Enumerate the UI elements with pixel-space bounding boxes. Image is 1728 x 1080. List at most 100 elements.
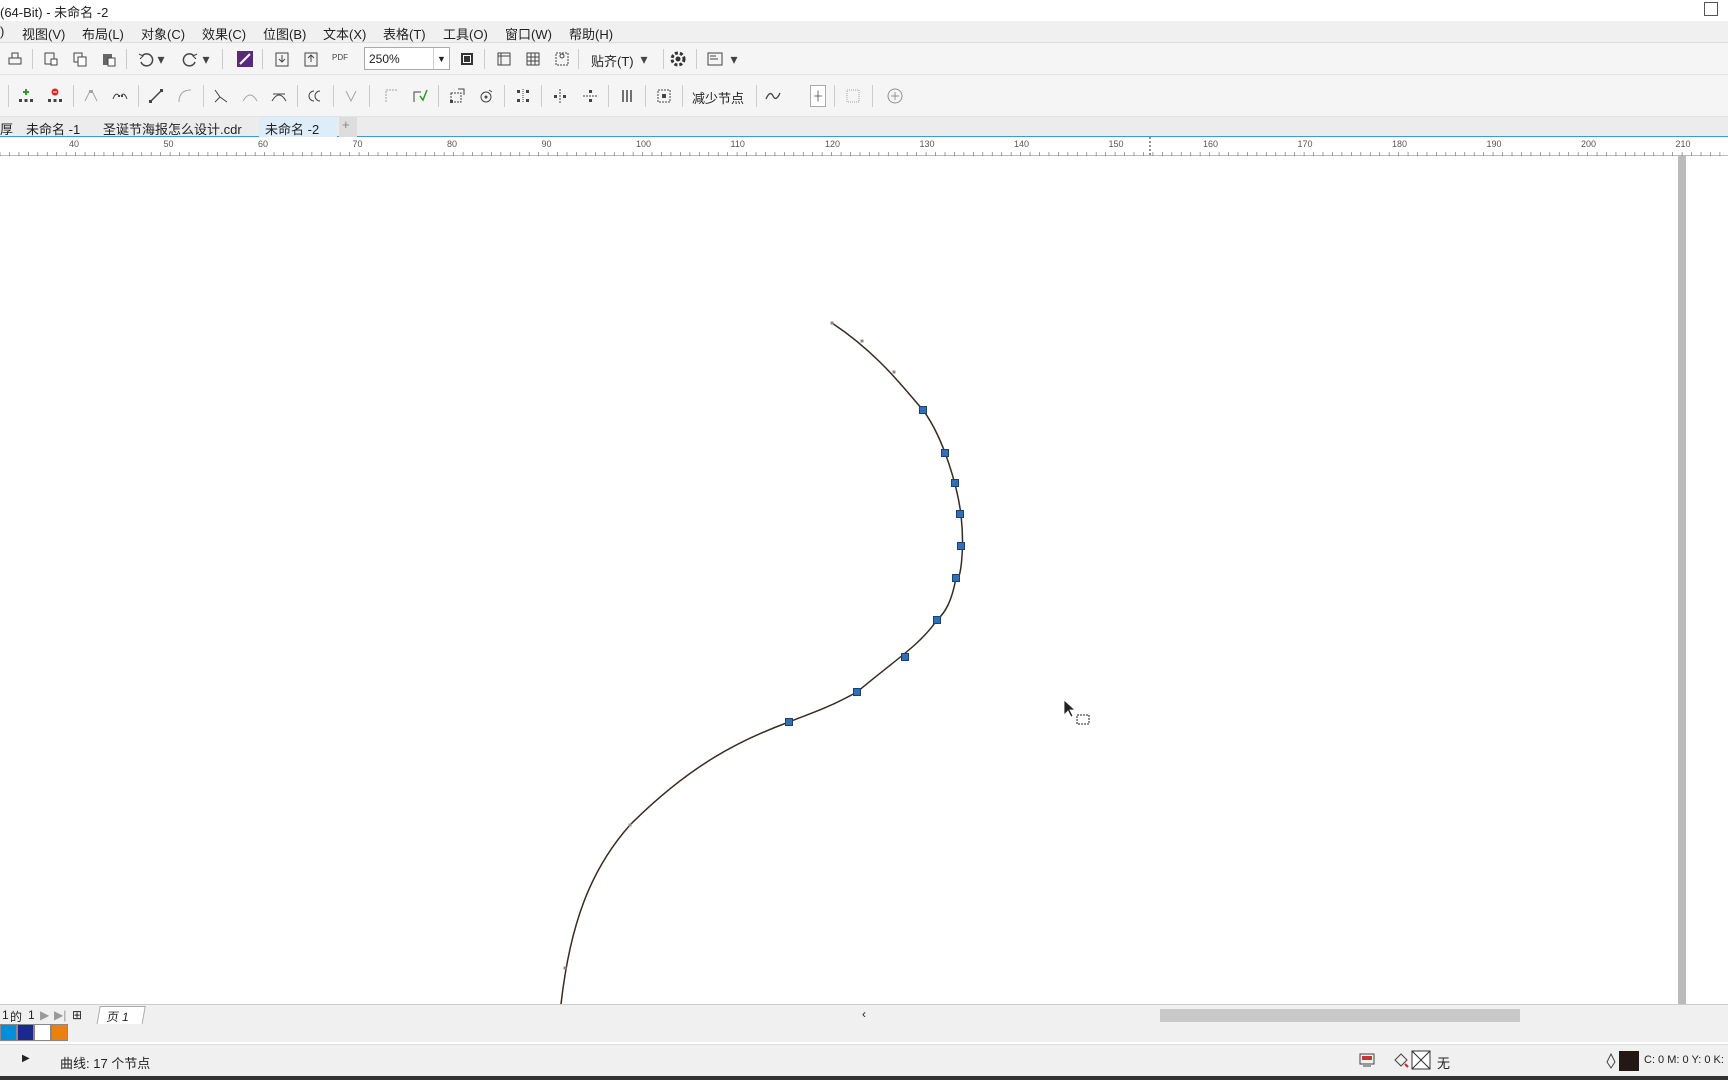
menu-item-object[interactable]: 对象(C): [141, 24, 185, 43]
import-icon[interactable]: [271, 48, 293, 70]
elastic-mode-icon[interactable]: [616, 85, 638, 107]
curve-node[interactable]: [785, 718, 793, 726]
mirror-horizontal-icon[interactable]: [549, 85, 571, 107]
add-node-icon[interactable]: [15, 85, 37, 107]
next-page-icon[interactable]: ▶: [40, 1008, 49, 1022]
join-nodes-icon[interactable]: [80, 85, 102, 107]
menu-item-edit-partial[interactable]: ): [0, 24, 4, 39]
delete-node-icon[interactable]: [44, 85, 66, 107]
cusp-node-icon[interactable]: [210, 85, 232, 107]
paste-icon[interactable]: [98, 48, 120, 70]
user-icon[interactable]: [1704, 2, 1718, 16]
curve-node[interactable]: [952, 574, 960, 582]
curve-object[interactable]: [0, 156, 1728, 1006]
color-swatch-blue[interactable]: [0, 1024, 17, 1041]
show-bounding-box-icon[interactable]: [842, 85, 864, 107]
curve-node[interactable]: [853, 688, 861, 696]
horizontal-ruler[interactable]: 40 50 60 70 80 90 100 110 120 130 140 150 160 170 180 1…: [0, 137, 1728, 156]
color-swatch-white[interactable]: [34, 1024, 51, 1041]
menu-item-view[interactable]: 视图(V): [22, 24, 65, 43]
scroll-left-icon[interactable]: ‹: [862, 1007, 866, 1021]
curve-node[interactable]: [892, 370, 896, 374]
copy-icon[interactable]: [69, 48, 91, 70]
launcher-dropdown-icon[interactable]: ▾: [728, 48, 740, 70]
search-content-icon[interactable]: [234, 48, 256, 70]
application-launcher-icon[interactable]: [704, 48, 726, 70]
menu-item-text[interactable]: 文本(X): [323, 24, 366, 43]
to-curve-icon[interactable]: [174, 85, 196, 107]
undo-dropdown-icon[interactable]: ▾: [155, 48, 167, 70]
symmetrical-node-icon[interactable]: [268, 85, 290, 107]
select-all-nodes-icon[interactable]: [653, 85, 675, 107]
curve-node[interactable]: [957, 542, 965, 550]
stretch-nodes-icon[interactable]: [446, 85, 468, 107]
zoom-level-value: 250%: [369, 52, 400, 66]
rotate-nodes-icon[interactable]: [475, 85, 497, 107]
to-line-icon[interactable]: [145, 85, 167, 107]
smoothness-slider-icon[interactable]: [810, 85, 826, 107]
tab-welcome[interactable]: 厚: [0, 117, 19, 137]
smooth-node-icon[interactable]: [239, 85, 261, 107]
extend-curve-icon[interactable]: [340, 85, 362, 107]
add-toolbar-item-icon[interactable]: [884, 85, 906, 107]
tab-untitled-2[interactable]: 未命名 -2: [259, 117, 337, 137]
break-curve-icon[interactable]: [109, 85, 131, 107]
extract-subpath-icon[interactable]: [409, 85, 431, 107]
selected-curve[interactable]: [560, 322, 964, 1005]
add-page-icon[interactable]: ⊞: [72, 1008, 82, 1022]
expand-status-icon[interactable]: ▶: [22, 1053, 30, 1064]
curve-node[interactable]: [951, 479, 959, 487]
curve-node[interactable]: [901, 653, 909, 661]
curve-node[interactable]: [563, 966, 567, 970]
show-grid-icon[interactable]: [522, 48, 544, 70]
tab-christmas-poster[interactable]: 圣诞节海报怎么设计.cdr: [97, 117, 248, 137]
print-icon[interactable]: [4, 48, 26, 70]
gear-icon[interactable]: [667, 48, 689, 70]
snap-dropdown-icon[interactable]: ▾: [638, 48, 650, 70]
curve-node[interactable]: [941, 449, 949, 457]
zoom-level-select[interactable]: 250% ▼: [364, 47, 450, 70]
reduce-nodes-button[interactable]: 减少节点: [692, 88, 744, 107]
export-icon[interactable]: [300, 48, 322, 70]
menu-item-help[interactable]: 帮助(H): [569, 24, 613, 43]
page-tab-1[interactable]: 页 1: [96, 1006, 146, 1026]
redo-dropdown-icon[interactable]: ▾: [200, 48, 212, 70]
tab-untitled-1[interactable]: 未命名 -1: [20, 117, 86, 137]
cut-icon[interactable]: [40, 48, 62, 70]
menu-item-layout[interactable]: 布局(L): [82, 24, 124, 43]
color-proof-icon[interactable]: [1358, 1051, 1376, 1072]
menu-item-window[interactable]: 窗口(W): [505, 24, 552, 43]
horizontal-scrollbar-thumb[interactable]: [1160, 1009, 1520, 1022]
curve-node[interactable]: [860, 339, 864, 343]
menu-item-bitmaps[interactable]: 位图(B): [263, 24, 306, 43]
show-guidelines-icon[interactable]: [551, 48, 573, 70]
reverse-direction-icon[interactable]: [304, 85, 326, 107]
fill-bucket-icon[interactable]: [1392, 1051, 1410, 1072]
undo-icon[interactable]: [135, 48, 157, 70]
redo-icon[interactable]: [179, 48, 201, 70]
ruler-label: 70: [353, 139, 363, 149]
curve-node[interactable]: [933, 616, 941, 624]
curve-node[interactable]: [956, 510, 964, 518]
zoom-to-page-icon[interactable]: [456, 48, 478, 70]
outline-pen-icon[interactable]: [1604, 1052, 1618, 1073]
close-curve-icon[interactable]: [381, 85, 403, 107]
vertical-scrollbar[interactable]: [1678, 156, 1686, 1004]
publish-pdf-icon[interactable]: PDF: [329, 46, 351, 68]
last-page-icon[interactable]: ▶|: [54, 1008, 66, 1022]
mirror-vertical-icon[interactable]: [579, 85, 601, 107]
snap-to-menu[interactable]: 贴齐(T): [591, 51, 634, 70]
menu-item-table[interactable]: 表格(T): [383, 24, 426, 43]
align-nodes-icon[interactable]: [512, 85, 534, 107]
chevron-down-icon[interactable]: ▼: [433, 48, 449, 69]
curve-node[interactable]: [919, 406, 927, 414]
color-swatch-orange[interactable]: [51, 1024, 68, 1041]
show-rulers-icon[interactable]: [493, 48, 515, 70]
curve-node[interactable]: [628, 823, 632, 827]
menu-item-tools[interactable]: 工具(O): [443, 24, 488, 43]
menu-item-effects[interactable]: 效果(C): [202, 24, 246, 43]
curve-node[interactable]: [830, 321, 834, 325]
new-tab-icon[interactable]: +: [339, 117, 357, 137]
color-swatch-navy[interactable]: [17, 1024, 34, 1041]
drawing-canvas[interactable]: [0, 156, 1728, 1006]
